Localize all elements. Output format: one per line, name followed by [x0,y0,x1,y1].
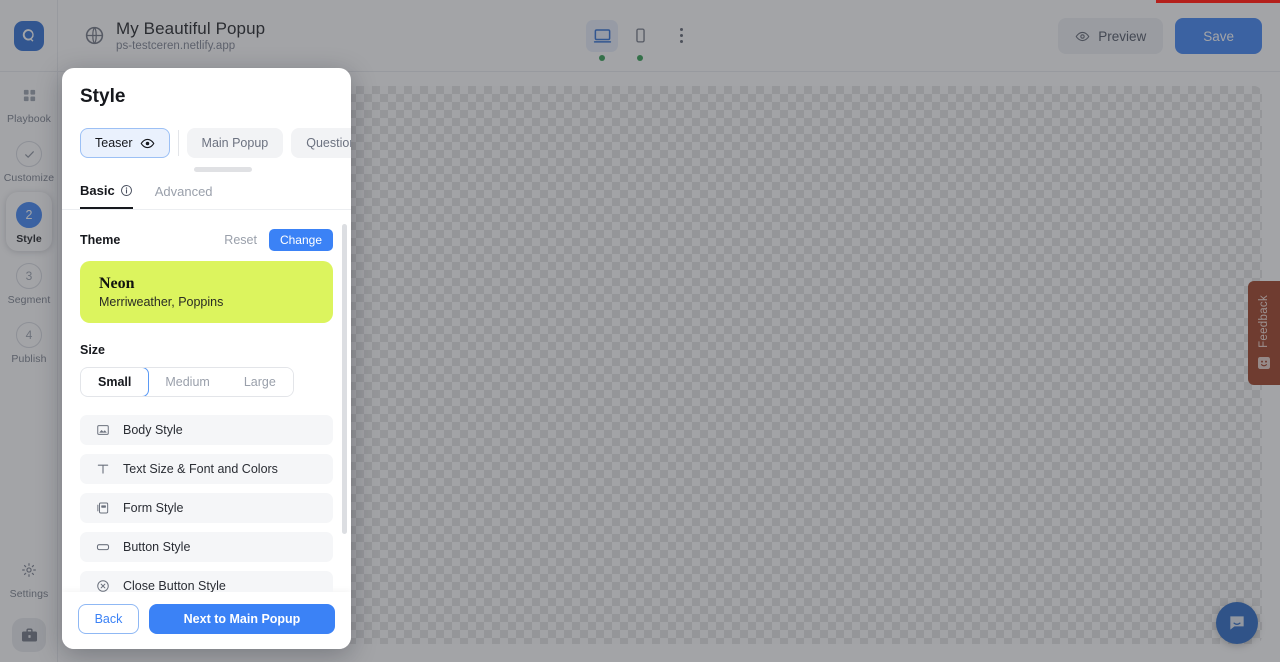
segment-main-popup[interactable]: Main Popup [186,128,284,158]
size-option-group: Small Medium Large [80,367,294,397]
style-option-list: Body Style Text Size & Font and Colors F… [80,415,333,592]
style-option-text[interactable]: Text Size & Font and Colors [80,454,333,484]
size-option-medium[interactable]: Medium [148,368,227,396]
style-option-close-button-label: Close Button Style [123,579,226,592]
theme-section-label: Theme [80,233,121,247]
theme-fonts: Merriweather, Poppins [99,295,224,309]
style-tabs: Basic Advanced [62,183,351,210]
theme-reset-button[interactable]: Reset [224,233,257,247]
segment-question-form[interactable]: Question F [291,128,351,158]
theme-change-button[interactable]: Change [268,229,333,251]
style-option-button-label: Button Style [123,540,191,554]
segment-teaser-label: Teaser [95,136,133,150]
size-section-label: Size [80,343,106,357]
style-option-text-label: Text Size & Font and Colors [123,462,278,476]
tab-basic[interactable]: Basic [80,183,133,209]
style-option-close-button[interactable]: Close Button Style [80,571,333,592]
style-panel-title: Style [80,86,126,107]
button-icon [95,540,110,554]
info-icon [120,185,132,196]
style-panel: Style Teaser Main Popup Question F Basic [62,68,351,649]
close-circle-icon [95,579,110,592]
next-to-main-popup-button[interactable]: Next to Main Popup [149,604,335,634]
image-icon [95,423,110,437]
size-option-small[interactable]: Small [80,368,150,396]
style-panel-footer: Back Next to Main Popup [62,592,351,649]
size-option-large[interactable]: Large [226,368,293,396]
segment-teaser[interactable]: Teaser [80,128,170,158]
back-button[interactable]: Back [78,604,139,634]
theme-section-header: Theme Reset Change [80,229,333,251]
app-root: My Beautiful Popup ps-testceren.netlify.… [0,0,1280,662]
style-option-body[interactable]: Body Style [80,415,333,445]
style-option-form-label: Form Style [123,501,184,515]
tab-advanced[interactable]: Advanced [155,183,213,209]
style-option-button[interactable]: Button Style [80,532,333,562]
tab-basic-label: Basic [80,183,115,198]
style-panel-body: Theme Reset Change Neon Merriweather, Po… [62,210,351,592]
style-panel-header: Style [62,68,351,108]
top-accent-strip [1156,0,1280,3]
theme-name: Neon [99,275,135,292]
style-option-body-label: Body Style [123,423,183,437]
text-icon [95,462,110,476]
style-option-form[interactable]: Form Style [80,493,333,523]
theme-preview-card[interactable]: Neon Merriweather, Poppins [80,261,333,323]
step-segment-row: Teaser Main Popup Question F [62,128,351,158]
segment-scrollbar[interactable] [194,167,252,172]
style-panel-scrollbar[interactable] [342,224,347,534]
segment-divider [177,130,179,156]
eye-icon [140,138,154,148]
form-icon [95,501,110,515]
